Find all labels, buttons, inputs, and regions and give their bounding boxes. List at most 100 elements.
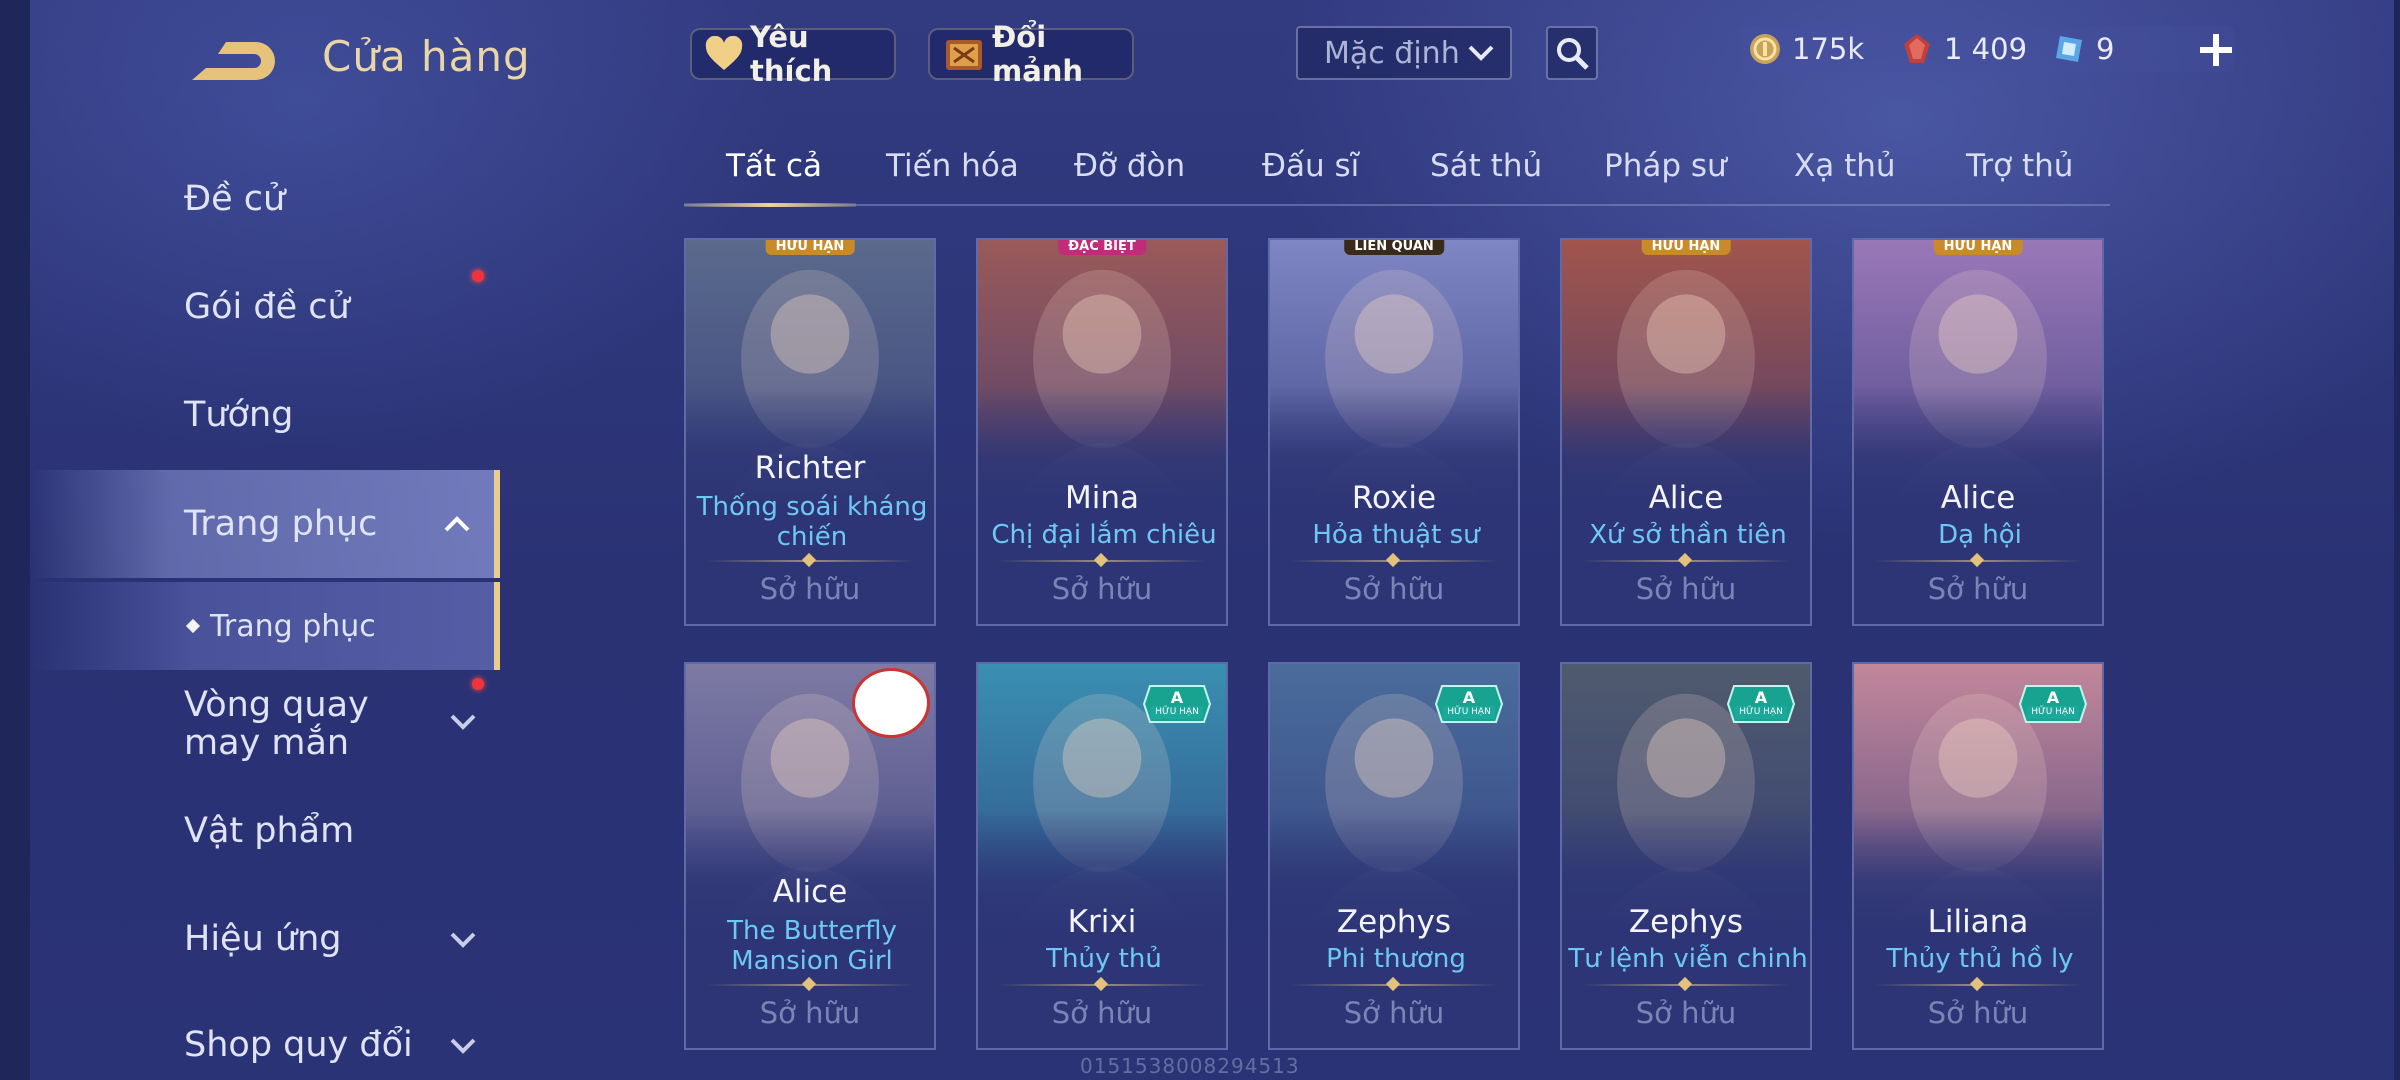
card-divider: [1582, 976, 1790, 992]
notification-dot: [472, 270, 484, 282]
sidebar-item-items[interactable]: Vật phẩm: [30, 786, 500, 876]
hero-name: Krixi: [1067, 904, 1137, 940]
card-divider: [706, 552, 914, 568]
hero-name: Zephys: [1628, 904, 1744, 940]
favorite-button[interactable]: Yêu thích: [690, 20, 896, 88]
tab-all[interactable]: Tất cả: [726, 148, 822, 198]
owned-status: Sở hữu: [1343, 572, 1445, 606]
skin-card[interactable]: Alice Xứ sở thần tiên Sở hữu HỮU HẠN: [1560, 238, 1812, 626]
hero-name: Roxie: [1351, 480, 1437, 516]
owned-status: Sở hữu: [1927, 572, 2029, 606]
sidebar-item-lucky-wheel[interactable]: Vòng quay may mắn: [30, 676, 500, 768]
tab-tank[interactable]: Đỡ đòn: [1074, 148, 1185, 198]
chevron-down-icon: [1468, 45, 1494, 61]
top-tag: ĐẶC BIỆT: [1058, 240, 1146, 255]
owned-status: Sở hữu: [1051, 996, 1153, 1030]
tab-mage[interactable]: Pháp sư: [1604, 148, 1727, 198]
favorite-label: Yêu thích: [750, 20, 833, 88]
sidebar-item-recommended-packs[interactable]: Gói đề cử: [30, 262, 500, 352]
sidebar-item-exchange-shop[interactable]: Shop quy đổi: [30, 1000, 500, 1080]
tab-marksman[interactable]: Xạ thủ: [1794, 148, 1896, 198]
skin-card[interactable]: Zephys Phi thương Sở hữu A HỮU HẠN: [1268, 662, 1520, 1050]
gold-currency: 175k: [1748, 28, 1864, 70]
add-currency-button[interactable]: [2196, 30, 2236, 70]
ruby-amount: 1 409: [1944, 32, 2028, 66]
hero-name: Liliana: [1927, 904, 2029, 940]
exchange-label: Đổi mảnh: [992, 20, 1084, 88]
tab-support[interactable]: Trợ thủ: [1966, 148, 2073, 198]
ticket-icon: [2056, 36, 2082, 62]
sidebar-item-heroes[interactable]: Tướng: [30, 370, 500, 460]
skin-name: Chị đại lắm chiêu: [991, 520, 1217, 550]
sidebar-item-label: Vòng quay may mắn: [184, 685, 369, 763]
hero-name: Richter: [754, 450, 866, 486]
fragment-chest-icon: [942, 34, 986, 74]
chevron-down-icon: [450, 932, 476, 948]
rank-badge: A HỮU HẠN: [1434, 682, 1504, 726]
exchange-fragments-button[interactable]: Đổi mảnh: [928, 20, 1134, 88]
card-divider: [1874, 976, 2082, 992]
skin-name: Thủy thủ hồ ly: [1886, 944, 2074, 974]
owned-status: Sở hữu: [1927, 996, 2029, 1030]
hero-name: Alice: [1940, 480, 2016, 516]
sidebar-item-label: Hiệu ứng: [184, 919, 342, 959]
skin-name: Xứ sở thần tiên: [1589, 520, 1787, 550]
chevron-down-icon: [450, 1038, 476, 1054]
sidebar-item-effects[interactable]: Hiệu ứng: [30, 894, 500, 984]
gold-coin-icon: [1750, 34, 1780, 64]
sidebar-item-label: Shop quy đổi: [184, 1025, 413, 1065]
skin-card[interactable]: Alice The Butterfly Mansion Girl Sở hữu: [684, 662, 936, 1050]
skin-card[interactable]: Zephys Tư lệnh viễn chinh Sở hữu A HỮU HẠN: [1560, 662, 1812, 1050]
top-tag: HỮU HẠN: [765, 240, 855, 255]
hero-name: Alice: [1648, 480, 1724, 516]
hero-name: Mina: [1064, 480, 1139, 516]
sidebar-item-label: Trang phục: [210, 608, 376, 644]
chevron-down-icon: [450, 714, 476, 730]
bullet-icon: [185, 618, 201, 634]
card-divider: [1290, 976, 1498, 992]
right-edge: [2394, 0, 2400, 1080]
active-tab-indicator: [684, 203, 856, 207]
skin-card[interactable]: Alice Dạ hội Sở hữu HỮU HẠN: [1852, 238, 2104, 626]
card-divider: [1874, 552, 2082, 568]
search-button[interactable]: [1546, 26, 1598, 80]
rank-badge: A HỮU HẠN: [1726, 682, 1796, 726]
card-divider: [1582, 552, 1790, 568]
back-arrow-icon: [192, 42, 275, 80]
plus-icon: [2200, 34, 2232, 66]
top-tag: HỮU HẠN: [1641, 240, 1731, 255]
tab-assassin[interactable]: Sát thủ: [1430, 148, 1542, 198]
hero-name: Zephys: [1336, 904, 1452, 940]
chevron-up-icon: [444, 516, 470, 532]
skin-card[interactable]: Mina Chị đại lắm chiêu Sở hữu ĐẶC BIỆT: [976, 238, 1228, 626]
skin-name: Phi thương: [1326, 944, 1466, 974]
notification-dot: [472, 678, 484, 690]
tab-fighter[interactable]: Đấu sĩ: [1262, 148, 1359, 198]
top-tag: HỮU HẠN: [1933, 240, 2023, 255]
tab-evolution[interactable]: Tiến hóa: [886, 148, 1019, 198]
category-tabs: Tất cả Tiến hóa Đỡ đòn Đấu sĩ Sát thủ Ph…: [684, 140, 2110, 207]
skin-card[interactable]: Liliana Thủy thủ hồ ly Sở hữu A HỮU HẠN: [1852, 662, 2104, 1050]
sidebar-item-costumes[interactable]: Trang phục: [30, 470, 500, 578]
sidebar-subitem-costumes[interactable]: Trang phục: [30, 582, 500, 670]
ruby-currency: 1 409: [1900, 28, 2027, 70]
owned-status: Sở hữu: [1343, 996, 1445, 1030]
sort-dropdown[interactable]: Mặc định: [1296, 26, 1512, 80]
sidebar-item-label: Trang phục: [184, 504, 378, 544]
card-divider: [998, 976, 1206, 992]
skin-card[interactable]: Krixi Thủy thủ Sở hữu A HỮU HẠN: [976, 662, 1228, 1050]
rank-badge: A HỮU HẠN: [2018, 682, 2088, 726]
hero-name: Alice: [772, 874, 848, 910]
skin-card[interactable]: Roxie Hỏa thuật sư Sở hữu LIÊN QUÂN: [1268, 238, 1520, 626]
back-button[interactable]: [186, 36, 278, 86]
sidebar-item-label: Vật phẩm: [184, 811, 355, 851]
sidebar-item-recommended[interactable]: Đề cử: [30, 154, 500, 244]
card-divider: [998, 552, 1206, 568]
collab-logo-icon: [852, 668, 930, 738]
owned-status: Sở hữu: [1635, 996, 1737, 1030]
page-title: Cửa hàng: [322, 32, 531, 81]
rank-badge: A HỮU HẠN: [1142, 682, 1212, 726]
sidebar-item-label: Gói đề cử: [184, 287, 350, 327]
ruby-icon: [1904, 34, 1930, 63]
skin-card[interactable]: Richter Thống soái kháng chiến Sở hữu HỮU H…: [684, 238, 936, 626]
